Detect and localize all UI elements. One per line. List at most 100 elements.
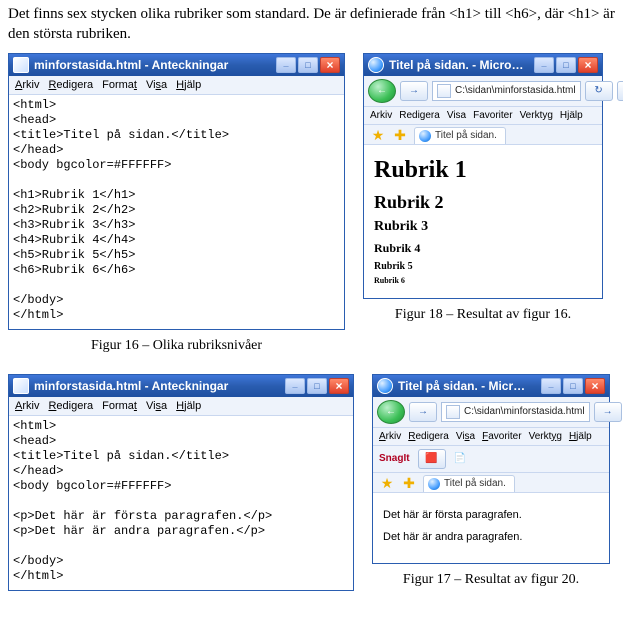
menu-redigera[interactable]: Redigera (399, 110, 440, 121)
tab-row: ★ ✚ Titel på sidan. (373, 473, 609, 493)
document-icon (13, 378, 29, 394)
snagit-label[interactable]: SnagIt (379, 453, 410, 464)
tab-favicon-icon (419, 130, 431, 142)
menu-hjalp[interactable]: Hjälp (569, 431, 592, 442)
menu-label: edigera (56, 79, 93, 91)
ie-window-1: Titel på sidan. - Microsoft Internet Exp… (363, 53, 603, 299)
snagit-sep: 📄 (454, 453, 466, 464)
menu-visa[interactable]: Visa (146, 400, 167, 412)
go-button[interactable]: → (594, 402, 622, 422)
back-button[interactable]: ← (377, 400, 405, 424)
paragraph-1: Det här är första paragrafen. (383, 509, 599, 521)
menu-favoriter[interactable]: Favoriter (473, 110, 512, 121)
favorites-star-icon[interactable]: ★ (370, 128, 386, 144)
close-button[interactable] (585, 378, 605, 394)
add-favorite-icon[interactable]: ✚ (392, 128, 408, 144)
add-favorite-icon[interactable]: ✚ (401, 476, 417, 492)
refresh-button[interactable]: ↻ (585, 81, 613, 101)
maximize-button[interactable] (563, 378, 583, 394)
menu-visa[interactable]: Visa (456, 431, 475, 442)
menu-hjalp[interactable]: Hjälp (176, 400, 201, 412)
figure-caption-16: Figur 16 – Olika rubriksnivåer (8, 338, 345, 354)
menu-hjalp[interactable]: Hjälp (560, 110, 583, 121)
figure-caption-17: Figur 17 – Resultat av figur 20. (372, 572, 610, 588)
forward-button[interactable]: → (400, 81, 428, 101)
window-title: minforstasida.html - Anteckningar (34, 58, 228, 72)
titlebar[interactable]: Titel på sidan. - Microsoft Internet Exp… (373, 375, 609, 397)
notepad-content[interactable]: <html> <head> <title>Titel på sidan.</ti… (9, 416, 353, 590)
document-icon (13, 57, 29, 73)
browser-tab[interactable]: Titel på sidan. (423, 475, 515, 492)
heading-5: Rubrik 5 (374, 261, 592, 272)
page-icon (437, 84, 451, 98)
notepad-content[interactable]: <html> <head> <title>Titel på sidan.</ti… (9, 95, 344, 329)
ie-menubar: Arkiv Redigera Visa Favoriter Verktyg Hj… (364, 107, 602, 125)
minimize-button[interactable] (534, 57, 554, 73)
maximize-button[interactable] (298, 57, 318, 73)
close-button[interactable] (329, 378, 349, 394)
paragraph-2: Det här är andra paragrafen. (383, 531, 599, 543)
tab-title: Titel på sidan. (435, 130, 497, 141)
menu-visa[interactable]: Visa (447, 110, 466, 121)
window-title: Titel på sidan. - Microsoft Internet Exp… (398, 379, 531, 393)
heading-1: Rubrik 1 (374, 157, 592, 184)
address-text: C:\sidan\minforstasida.html (464, 406, 585, 417)
close-button[interactable] (578, 57, 598, 73)
menu-redigera[interactable]: Redigera (48, 400, 93, 412)
ie-icon (368, 57, 384, 73)
menu-redigera[interactable]: Redigera (48, 79, 93, 91)
address-bar[interactable]: C:\sidan\minforstasida.html (441, 402, 590, 422)
menu-label: rkiv (22, 79, 39, 91)
tab-row: ★ ✚ Titel på sidan. (364, 125, 602, 145)
window-title: minforstasida.html - Anteckningar (34, 379, 228, 393)
minimize-button[interactable] (276, 57, 296, 73)
tab-favicon-icon (428, 478, 440, 490)
menu-format[interactable]: Format (102, 400, 137, 412)
browser-tab[interactable]: Titel på sidan. (414, 127, 506, 144)
menu-verktyg[interactable]: Verktyg (520, 110, 553, 121)
menubar: Arkiv Redigera Format Visa Hjälp (9, 397, 353, 416)
menu-arkiv[interactable]: Arkiv (370, 110, 392, 121)
notepad-window-1: minforstasida.html - Anteckningar Arkiv … (8, 53, 345, 330)
back-button[interactable]: ← (368, 79, 396, 103)
menu-hjalp[interactable]: Hjälp (176, 79, 201, 91)
titlebar[interactable]: minforstasida.html - Anteckningar (9, 54, 344, 76)
ie-window-2: Titel på sidan. - Microsoft Internet Exp… (372, 374, 610, 564)
menu-format[interactable]: Format (102, 79, 137, 91)
menu-favoriter[interactable]: Favoriter (482, 431, 521, 442)
minimize-button[interactable] (541, 378, 561, 394)
maximize-button[interactable] (307, 378, 327, 394)
menu-visa[interactable]: Visa (146, 79, 167, 91)
titlebar[interactable]: minforstasida.html - Anteckningar (9, 375, 353, 397)
notepad-window-2: minforstasida.html - Anteckningar Arkiv … (8, 374, 354, 591)
close-button[interactable] (320, 57, 340, 73)
snagit-capture-button[interactable]: 🟥 (418, 449, 446, 469)
heading-3: Rubrik 3 (374, 219, 592, 235)
snagit-toolbar: SnagIt 🟥 📄 (373, 446, 609, 473)
maximize-button[interactable] (556, 57, 576, 73)
menubar: Arkiv Redigera Format Visa Hjälp (9, 76, 344, 95)
address-bar[interactable]: C:\sidan\minforstasida.html (432, 81, 581, 101)
page-content: Det här är första paragrafen. Det här är… (373, 493, 609, 563)
page-icon (446, 405, 460, 419)
search-button[interactable]: 🔍 (617, 81, 623, 101)
page-content: Rubrik 1 Rubrik 2 Rubrik 3 Rubrik 4 Rubr… (364, 145, 602, 298)
titlebar[interactable]: Titel på sidan. - Microsoft Internet Exp… (364, 54, 602, 76)
menu-arkiv[interactable]: Arkiv (379, 431, 401, 442)
nav-toolbar: ← → C:\sidan\minforstasida.html → 🔍 (373, 397, 609, 428)
menu-arkiv[interactable]: Arkiv (15, 400, 39, 412)
menu-verktyg[interactable]: Verktyg (529, 431, 562, 442)
tab-title: Titel på sidan. (444, 478, 506, 489)
ie-menubar: Arkiv Redigera Visa Favoriter Verktyg Hj… (373, 428, 609, 446)
ie-icon (377, 378, 393, 394)
menu-arkiv[interactable]: Arkiv (15, 79, 39, 91)
window-title: Titel på sidan. - Microsoft Internet Exp… (389, 58, 524, 72)
minimize-button[interactable] (285, 378, 305, 394)
address-text: C:\sidan\minforstasida.html (455, 85, 576, 96)
nav-toolbar: ← → C:\sidan\minforstasida.html ↻ 🔍 (364, 76, 602, 107)
heading-6: Rubrik 6 (374, 276, 592, 285)
menu-redigera[interactable]: Redigera (408, 431, 449, 442)
forward-button[interactable]: → (409, 402, 437, 422)
favorites-star-icon[interactable]: ★ (379, 476, 395, 492)
heading-2: Rubrik 2 (374, 192, 592, 213)
